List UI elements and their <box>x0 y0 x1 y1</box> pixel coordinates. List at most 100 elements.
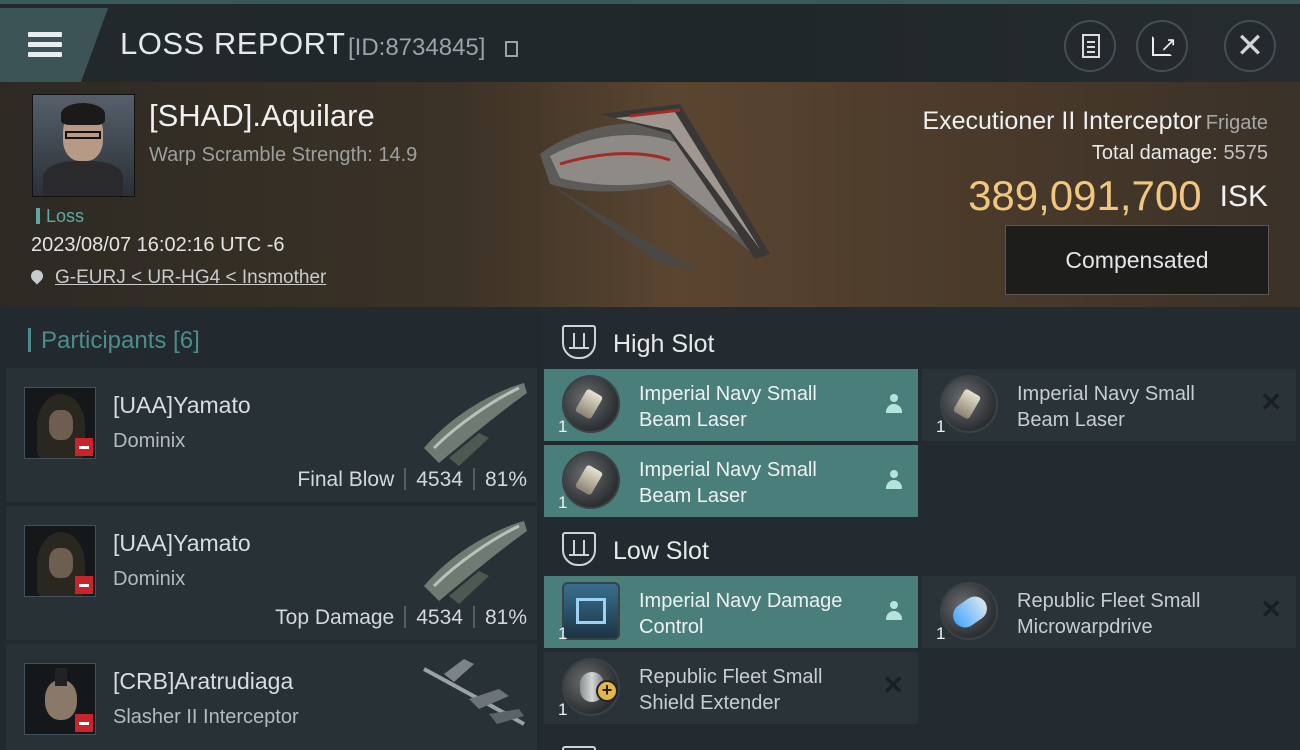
slot-icon <box>562 746 596 750</box>
module-item[interactable]: 1 Imperial Navy Damage Control <box>544 576 918 648</box>
isk-unit: ISK <box>1219 180 1268 213</box>
module-name: Republic Fleet Small Microwarpdrive <box>1017 590 1201 638</box>
participant-avatar[interactable] <box>24 387 96 459</box>
module-item[interactable]: + 1 Republic Fleet Small Shield Extender… <box>544 652 918 724</box>
hostile-badge-icon <box>75 438 93 456</box>
share-button[interactable]: ↗ <box>1136 20 1188 72</box>
isk-value: 389,091,700 <box>968 172 1202 219</box>
stats-divider <box>404 606 407 628</box>
beam-laser-icon <box>562 451 620 509</box>
participant-damage: 4534 <box>416 468 463 491</box>
module-item[interactable]: 1 Republic Fleet Small Microwarpdrive ✕ <box>922 576 1296 648</box>
avatar-hair <box>55 668 67 686</box>
participant-role: Top Damage <box>275 606 395 629</box>
ship-class: Frigate <box>1205 112 1268 134</box>
module-quantity: 1 <box>558 493 568 512</box>
module-item[interactable]: 1 Imperial Navy Small Beam Laser ✕ <box>922 369 1296 441</box>
low-slot-header: Low Slot <box>540 518 1300 578</box>
x-icon: ✕ <box>1260 594 1282 624</box>
person-icon <box>886 394 902 414</box>
participant-ship-image <box>423 659 525 726</box>
beam-laser-icon <box>562 375 620 433</box>
ship-name[interactable]: Executioner II Interceptor <box>922 107 1201 135</box>
total-damage-value: 5575 <box>1223 142 1269 164</box>
module-quantity: 1 <box>558 624 568 643</box>
victim-avatar[interactable] <box>32 94 135 197</box>
report-id: [ID:8734845] <box>348 34 486 61</box>
module-name: Imperial Navy Small Beam Laser <box>639 383 817 431</box>
module-name: Imperial Navy Small Beam Laser <box>639 459 817 507</box>
menu-icon-bar <box>28 52 62 57</box>
menu-icon <box>28 32 62 37</box>
participant-stats: Final Blow 4534 81% <box>297 468 527 492</box>
module-item[interactable]: 1 Imperial Navy Small Beam Laser <box>544 445 918 517</box>
module-item[interactable]: 1 Imperial Navy Small Beam Laser <box>544 369 918 441</box>
compensated-button[interactable]: Compensated <box>1005 225 1269 295</box>
low-slot-title: Low Slot <box>613 537 709 565</box>
participant-avatar[interactable] <box>24 663 96 735</box>
menu-icon-bar <box>28 42 62 47</box>
avatar-body <box>43 161 123 196</box>
menu-button[interactable] <box>0 8 108 82</box>
slot-icon <box>562 325 596 359</box>
clipboard-button[interactable] <box>1064 20 1116 72</box>
participant-name: [UAA]Yamato <box>113 530 251 556</box>
participant-row[interactable]: [CRB]Aratrudiaga Slasher II Interceptor <box>6 644 537 750</box>
ship-name-line: Executioner II Interceptor Frigate <box>922 107 1268 136</box>
isk-value-line: 389,091,700 ISK <box>968 172 1268 220</box>
module-quantity: 1 <box>936 417 946 436</box>
location-text[interactable]: G-EURJ < UR-HG4 < Insmother <box>55 267 326 288</box>
participant-role: Final Blow <box>297 468 395 491</box>
high-slot-title: High Slot <box>613 330 715 358</box>
plus-badge-icon: + <box>596 680 618 702</box>
total-damage: Total damage: 5575 <box>1092 142 1268 165</box>
module-quantity: 1 <box>558 417 568 436</box>
participant-name: [CRB]Aratrudiaga <box>113 668 294 694</box>
damage-control-icon <box>562 582 620 640</box>
avatar-hair <box>61 103 105 125</box>
slot-icon <box>562 532 596 566</box>
participant-ship: Dominix <box>113 568 186 590</box>
loss-datetime: 2023/08/07 16:02:16 UTC -6 <box>31 234 285 256</box>
copy-icon[interactable] <box>505 41 518 57</box>
participant-name: [UAA]Yamato <box>113 392 251 418</box>
module-name: Republic Fleet Small Shield Extender <box>639 666 823 714</box>
participant-row[interactable]: [UAA]Yamato Dominix Top Damage 4534 81% <box>6 506 537 640</box>
participant-percent: 81% <box>484 606 527 629</box>
avatar-face <box>45 680 77 720</box>
mid-slot-header <box>540 732 1300 750</box>
module-name: Imperial Navy Small Beam Laser <box>1017 383 1195 431</box>
participant-avatar[interactable] <box>24 525 96 597</box>
participant-ship: Slasher II Interceptor <box>113 706 299 728</box>
module-quantity: 1 <box>558 700 568 719</box>
loss-tag: Loss <box>36 206 84 227</box>
avatar-face <box>49 410 73 440</box>
participant-damage: 4534 <box>416 606 463 629</box>
stats-divider <box>472 606 475 628</box>
page-title: LOSS REPORT <box>120 26 346 61</box>
stats-divider <box>404 468 407 490</box>
avatar-glasses <box>65 131 101 139</box>
warp-scramble-strength: Warp Scramble Strength: 14.9 <box>149 144 418 166</box>
avatar-face <box>49 548 73 578</box>
participant-stats: Top Damage 4534 81% <box>275 606 527 630</box>
microwarpdrive-icon <box>940 582 998 640</box>
beam-laser-icon <box>940 375 998 433</box>
header-bar: LOSS REPORT [ID:8734845] ↗ ✕ <box>0 0 1300 82</box>
module-quantity: 1 <box>936 624 946 643</box>
person-icon <box>886 601 902 621</box>
x-icon: ✕ <box>1260 387 1282 417</box>
participant-ship-image <box>424 521 527 604</box>
close-icon: ✕ <box>1235 27 1265 65</box>
participant-row[interactable]: [UAA]Yamato Dominix Final Blow 4534 81% <box>6 368 537 502</box>
clipboard-icon <box>1082 34 1100 58</box>
location-link[interactable]: G-EURJ < UR-HG4 < Insmother <box>28 267 326 289</box>
x-icon: ✕ <box>882 670 904 700</box>
ship-image <box>540 104 770 272</box>
close-button[interactable]: ✕ <box>1224 20 1276 72</box>
participant-ship: Dominix <box>113 430 186 452</box>
share-arrow-icon: ↗ <box>1160 34 1177 56</box>
participants-panel: Participants [6] [UAA]Yamato Dominix Fin… <box>0 307 540 750</box>
module-name: Imperial Navy Damage Control <box>639 590 843 638</box>
victim-name[interactable]: [SHAD].Aquilare <box>149 98 375 134</box>
